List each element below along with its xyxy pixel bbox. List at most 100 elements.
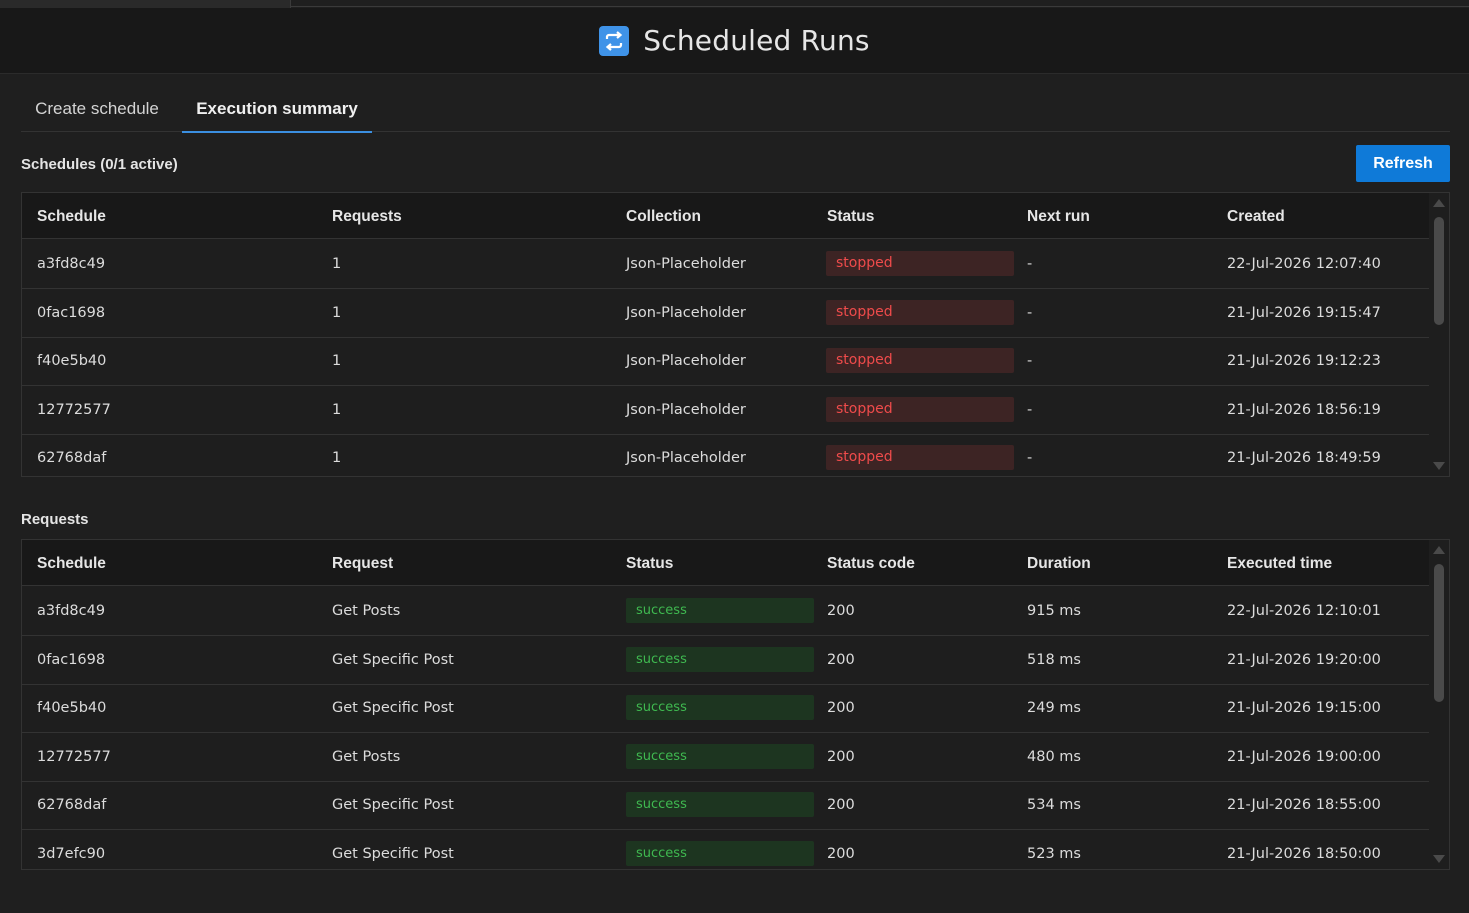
schedules-section-title: Schedules (0/1 active) <box>21 156 178 173</box>
next-run: - <box>1027 256 1033 272</box>
column-header[interactable]: Schedule <box>37 208 106 226</box>
table-row[interactable]: 0fac1698 1 Json-Placeholder stopped - 21… <box>22 289 1430 338</box>
status-badge: success <box>626 598 814 623</box>
request-count: 1 <box>332 450 342 466</box>
collection-name: Json-Placeholder <box>626 305 746 321</box>
column-header[interactable]: Status <box>827 208 874 226</box>
collection-name: Json-Placeholder <box>626 353 746 369</box>
duration: 523 ms <box>1027 846 1081 862</box>
page-title: Scheduled Runs <box>643 24 870 57</box>
status-badge: success <box>626 792 814 817</box>
schedule-id: 62768daf <box>37 797 107 813</box>
schedule-id: f40e5b40 <box>37 353 107 369</box>
table-row[interactable]: 12772577 1 Json-Placeholder stopped - 21… <box>22 386 1430 435</box>
next-run: - <box>1027 305 1033 321</box>
vertical-scrollbar[interactable] <box>1429 540 1449 869</box>
table-header: Schedule Requests Collection Status Next… <box>22 193 1430 239</box>
duration: 534 ms <box>1027 797 1081 813</box>
scroll-down-icon[interactable] <box>1433 462 1445 470</box>
collection-name: Json-Placeholder <box>626 256 746 272</box>
sync-arrows-icon <box>599 25 630 56</box>
duration: 480 ms <box>1027 749 1081 765</box>
column-header[interactable]: Created <box>1227 208 1285 226</box>
column-header[interactable]: Status code <box>827 555 915 573</box>
schedule-id: 62768daf <box>37 450 107 466</box>
collection-name: Json-Placeholder <box>626 450 746 466</box>
column-header[interactable]: Executed time <box>1227 555 1332 573</box>
table-row[interactable]: 0fac1698 Get Specific Post success 200 5… <box>22 636 1430 685</box>
schedule-id: 3d7efc90 <box>37 846 106 862</box>
request-count: 1 <box>332 256 342 272</box>
vertical-scrollbar[interactable] <box>1429 193 1449 476</box>
requests-section-title: Requests <box>21 511 89 528</box>
window-top-strip <box>0 0 1469 8</box>
status-badge: success <box>626 744 814 769</box>
table-row[interactable]: 12772577 Get Posts success 200 480 ms 21… <box>22 733 1430 782</box>
status-badge: success <box>626 647 814 672</box>
status-badge: stopped <box>826 348 1014 373</box>
table-row[interactable]: 62768daf Get Specific Post success 200 5… <box>22 781 1430 830</box>
table-row[interactable]: 3d7efc90 Get Specific Post success 200 5… <box>22 830 1430 869</box>
executed-time: 21-Jul-2026 19:15:00 <box>1227 700 1381 716</box>
next-run: - <box>1027 402 1033 418</box>
request-count: 1 <box>332 402 342 418</box>
created-time: 21-Jul-2026 18:49:59 <box>1227 450 1381 466</box>
top-tab-area <box>0 0 290 8</box>
column-header[interactable]: Schedule <box>37 555 106 573</box>
scrollbar-thumb[interactable] <box>1434 564 1444 702</box>
collection-name: Json-Placeholder <box>626 402 746 418</box>
duration: 518 ms <box>1027 652 1081 668</box>
column-header[interactable]: Duration <box>1027 555 1091 573</box>
schedule-id: f40e5b40 <box>37 700 107 716</box>
tab-bar: Create schedule Execution summary <box>21 86 1450 133</box>
scrollbar-thumb[interactable] <box>1434 217 1444 325</box>
status-code: 200 <box>827 749 855 765</box>
status-code: 200 <box>827 700 855 716</box>
request-count: 1 <box>332 305 342 321</box>
status-code: 200 <box>827 603 855 619</box>
table-row[interactable]: f40e5b40 1 Json-Placeholder stopped - 21… <box>22 337 1430 386</box>
created-time: 21-Jul-2026 19:15:47 <box>1227 305 1381 321</box>
column-header[interactable]: Next run <box>1027 208 1090 226</box>
table-row[interactable]: f40e5b40 Get Specific Post success 200 2… <box>22 684 1430 733</box>
column-header[interactable]: Collection <box>626 208 701 226</box>
executed-time: 22-Jul-2026 12:10:01 <box>1227 603 1381 619</box>
created-time: 21-Jul-2026 18:56:19 <box>1227 402 1381 418</box>
refresh-button[interactable]: Refresh <box>1356 145 1450 182</box>
request-name: Get Specific Post <box>332 652 454 668</box>
schedule-id: 0fac1698 <box>37 305 106 321</box>
status-code: 200 <box>827 846 855 862</box>
request-name: Get Specific Post <box>332 700 454 716</box>
schedules-table: Schedule Requests Collection Status Next… <box>21 192 1450 477</box>
status-badge: stopped <box>826 251 1014 276</box>
schedule-id: 12772577 <box>37 402 111 418</box>
status-code: 200 <box>827 652 855 668</box>
request-name: Get Specific Post <box>332 797 454 813</box>
top-line <box>290 6 1469 7</box>
executed-time: 21-Jul-2026 18:55:00 <box>1227 797 1381 813</box>
schedule-id: 0fac1698 <box>37 652 106 668</box>
status-badge: stopped <box>826 300 1014 325</box>
request-name: Get Posts <box>332 749 401 765</box>
column-header[interactable]: Requests <box>332 208 402 226</box>
status-badge: success <box>626 841 814 866</box>
duration: 915 ms <box>1027 603 1081 619</box>
status-badge: stopped <box>826 445 1014 470</box>
request-name: Get Specific Post <box>332 846 454 862</box>
column-header[interactable]: Request <box>332 555 393 573</box>
table-row[interactable]: 62768daf 1 Json-Placeholder stopped - 21… <box>22 434 1430 476</box>
scroll-up-icon[interactable] <box>1433 546 1445 554</box>
table-row[interactable]: a3fd8c49 Get Posts success 200 915 ms 22… <box>22 587 1430 636</box>
next-run: - <box>1027 353 1033 369</box>
schedule-id: a3fd8c49 <box>37 603 106 619</box>
scroll-up-icon[interactable] <box>1433 199 1445 207</box>
table-row[interactable]: a3fd8c49 1 Json-Placeholder stopped - 22… <box>22 240 1430 289</box>
tab-execution-summary[interactable]: Execution summary <box>182 86 372 133</box>
table-header: Schedule Request Status Status code Dura… <box>22 540 1430 586</box>
column-header[interactable]: Status <box>626 555 673 573</box>
scroll-down-icon[interactable] <box>1433 855 1445 863</box>
tab-create-schedule[interactable]: Create schedule <box>21 86 173 132</box>
request-count: 1 <box>332 353 342 369</box>
executed-time: 21-Jul-2026 19:00:00 <box>1227 749 1381 765</box>
requests-table: Schedule Request Status Status code Dura… <box>21 539 1450 870</box>
